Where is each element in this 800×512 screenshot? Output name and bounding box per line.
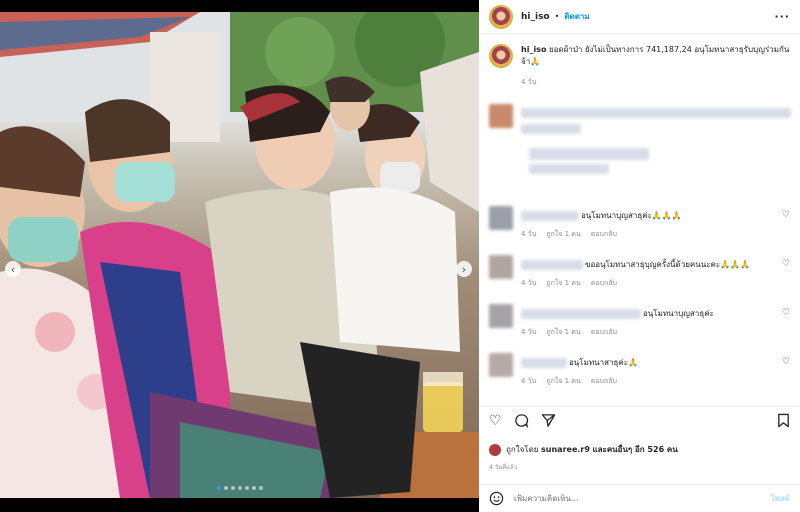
comment-text: อนุโมทนาบุญสาธุค่ะ xyxy=(643,309,714,318)
post-details-panel: hi_iso • ติดตาม ··· hi_iso ยอดผ้าป่า ยัง… xyxy=(479,0,800,512)
follow-button[interactable]: ติดตาม xyxy=(564,10,589,23)
carousel-dot xyxy=(223,486,228,490)
comment-avatar[interactable] xyxy=(489,255,513,279)
more-options-icon[interactable]: ··· xyxy=(774,10,790,23)
likes-prefix: ถูกใจโดย xyxy=(506,445,539,454)
comment-avatar xyxy=(489,104,513,128)
comment-text: อนุโมทนาสาธุค่ะ🙏 xyxy=(569,358,638,367)
caption-time: 4 วัน xyxy=(521,78,537,86)
post-actions: ♡ xyxy=(479,406,800,434)
comment-likes[interactable]: ถูกใจ 1 คน xyxy=(546,229,580,240)
comment-avatar[interactable] xyxy=(489,206,513,230)
comment-text: อนุโมทนาบุญสาธุค่ะ🙏🙏🙏 xyxy=(581,211,682,220)
blurred-username[interactable] xyxy=(521,308,641,319)
caption-text: ยอดผ้าป่า ยังไม่เป็นทางการ 741,187,24 อน… xyxy=(521,45,790,66)
comment-icon[interactable] xyxy=(514,413,529,428)
comment-like-icon[interactable]: ♡ xyxy=(782,357,790,367)
heart-icon[interactable]: ♡ xyxy=(489,413,502,429)
reply-button[interactable]: ตอบกลับ xyxy=(591,376,617,387)
comment-time: 4 วัน xyxy=(521,328,537,336)
comment-like-icon[interactable]: ♡ xyxy=(782,259,790,269)
liker-username[interactable]: sunaree.r9 xyxy=(541,445,590,454)
blurred-text xyxy=(529,164,609,174)
comment-text: ขออนุโมทนาสาธุบุญครั้งนี้ด้วยคนนะคะ🙏🙏🙏 xyxy=(585,260,751,269)
comment-likes[interactable]: ถูกใจ 1 คน xyxy=(546,376,580,387)
comment-like-icon[interactable]: ♡ xyxy=(782,210,790,220)
reply-button[interactable]: ตอบกลับ xyxy=(591,327,617,338)
comment-avatar[interactable] xyxy=(489,353,513,377)
likes-suffix[interactable]: และคนอื่นๆ อีก 526 คน xyxy=(592,443,677,456)
caption-avatar[interactable] xyxy=(489,44,513,68)
blurred-text xyxy=(521,108,791,118)
reply-button[interactable]: ตอบกลับ xyxy=(591,278,617,289)
carousel-dot xyxy=(258,486,263,490)
blurred-username[interactable] xyxy=(521,357,567,368)
add-comment-bar: โพสต์ xyxy=(479,484,800,512)
author-avatar[interactable] xyxy=(489,4,513,29)
comment-time: 4 วัน xyxy=(521,230,537,238)
separator-dot: • xyxy=(554,12,560,21)
carousel-dot xyxy=(230,486,235,490)
comment-time: 4 วัน xyxy=(521,377,537,385)
blurred-text xyxy=(521,124,581,134)
photo-scene xyxy=(0,12,479,498)
reply-button[interactable]: ตอบกลับ xyxy=(591,229,617,240)
carousel-dot xyxy=(237,486,242,490)
share-icon[interactable] xyxy=(541,413,556,428)
post-comment-button[interactable]: โพสต์ xyxy=(770,492,790,505)
post-caption: hi_iso ยอดผ้าป่า ยังไม่เป็นทางการ 741,18… xyxy=(479,34,800,88)
comment-input[interactable] xyxy=(514,494,771,503)
comment-time: 4 วัน xyxy=(521,279,537,287)
blurred-text xyxy=(529,148,649,160)
caption-username[interactable]: hi_iso xyxy=(521,45,546,54)
carousel-dot xyxy=(216,486,221,490)
comment-avatar[interactable] xyxy=(489,304,513,328)
comment-likes[interactable]: ถูกใจ 1 คน xyxy=(546,327,580,338)
author-username[interactable]: hi_iso xyxy=(521,12,550,22)
comment-like-icon[interactable]: ♡ xyxy=(782,308,790,318)
post-photo[interactable]: ‹ › xyxy=(0,12,479,498)
carousel-dot xyxy=(244,486,249,490)
blurred-username[interactable] xyxy=(521,210,579,221)
carousel-prev-button[interactable]: ‹ xyxy=(5,261,21,277)
carousel-indicator xyxy=(0,486,479,490)
likes-summary[interactable]: ถูกใจโดย sunaree.r9 และคนอื่นๆ อีก 526 ค… xyxy=(489,443,678,456)
carousel-next-button[interactable]: › xyxy=(456,261,472,277)
liker-avatar xyxy=(489,443,501,456)
carousel-dot xyxy=(251,486,256,490)
bookmark-icon[interactable] xyxy=(777,413,790,428)
blurred-username[interactable] xyxy=(521,259,583,270)
comment-likes[interactable]: ถูกใจ 1 คน xyxy=(546,278,580,289)
post-timestamp: 4 วันที่แล้ว xyxy=(489,464,518,471)
post-header: hi_iso • ติดตาม ··· xyxy=(479,0,800,34)
emoji-icon[interactable] xyxy=(489,491,504,506)
